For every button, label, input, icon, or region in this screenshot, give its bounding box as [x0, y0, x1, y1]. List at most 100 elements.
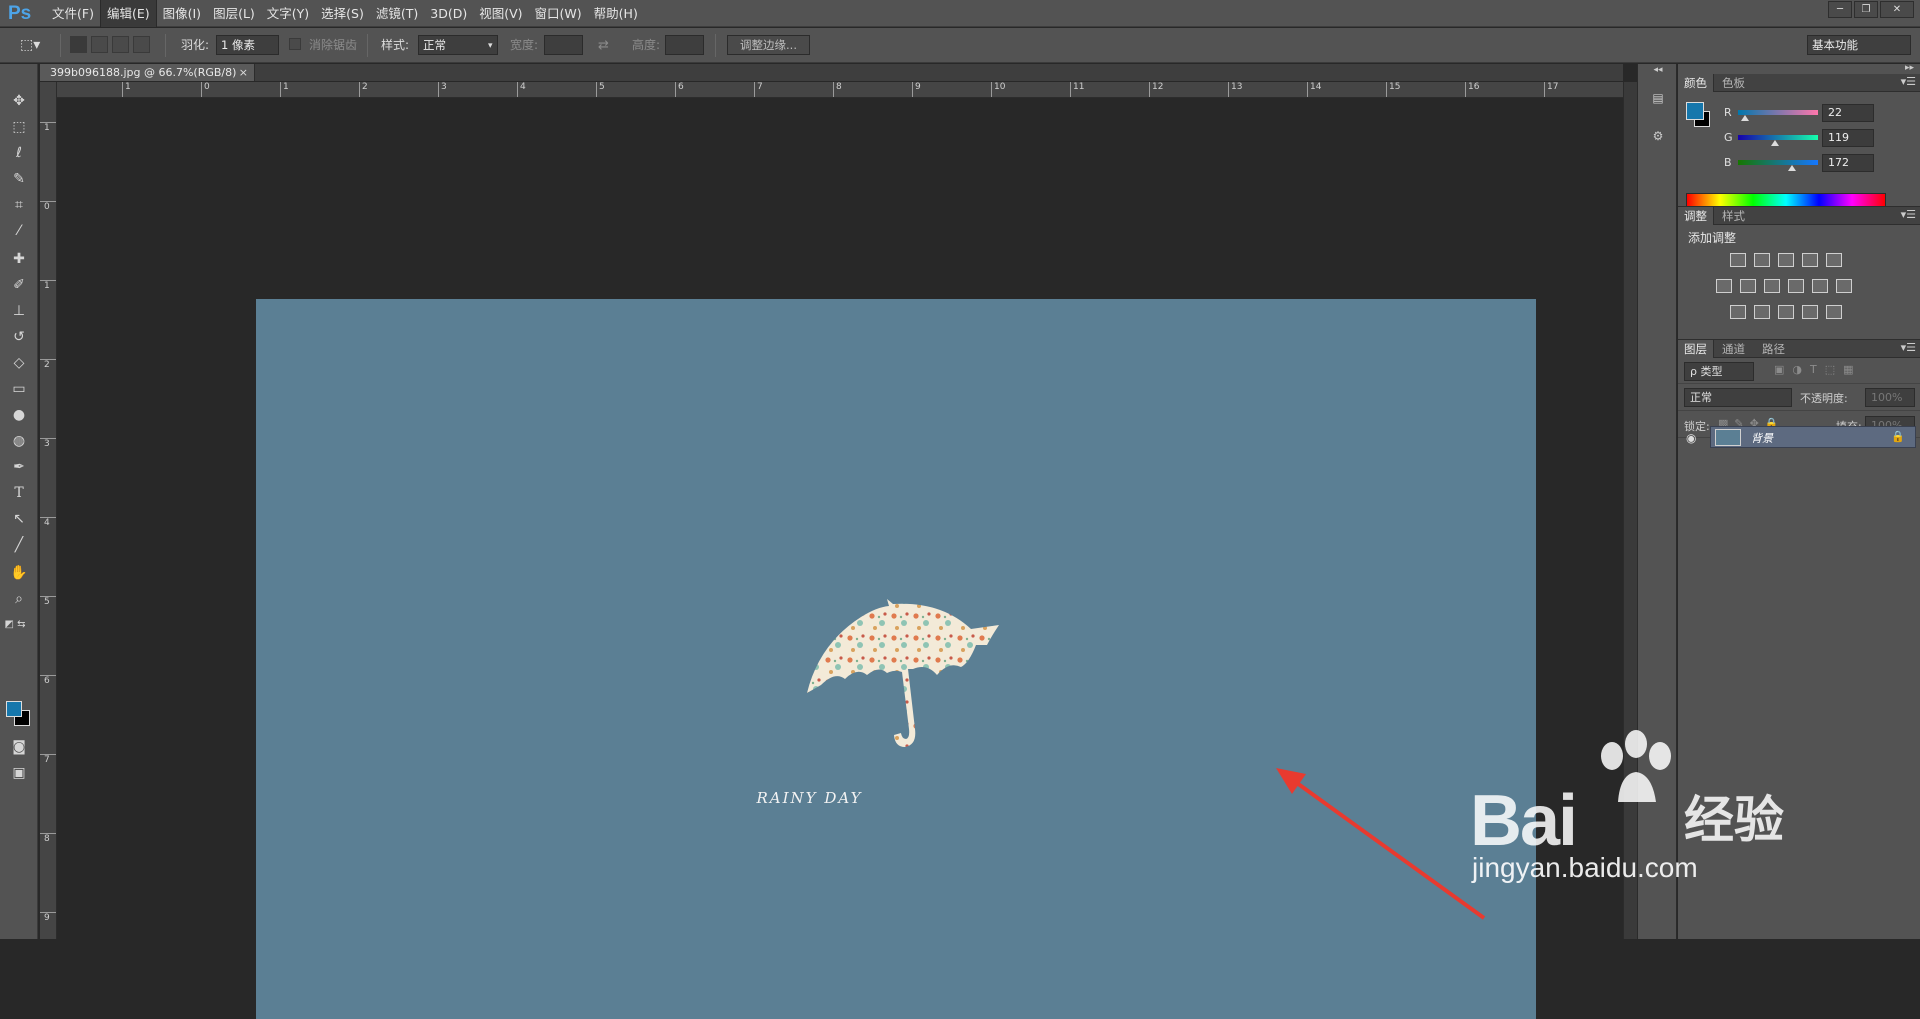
width-input[interactable] — [544, 35, 583, 55]
marquee-tool-icon[interactable]: ⬚ — [8, 116, 30, 138]
hue-saturation-icon[interactable] — [1716, 279, 1732, 293]
blue-track[interactable] — [1738, 160, 1818, 165]
tab-styles[interactable]: 样式 — [1716, 207, 1751, 225]
brightness-icon[interactable] — [1730, 253, 1746, 267]
history-brush-tool-icon[interactable]: ↺ — [8, 326, 30, 348]
move-tool-icon[interactable]: ✥ — [8, 90, 30, 112]
zoom-tool-icon[interactable]: ⌕ — [8, 588, 30, 610]
swap-dimensions-icon[interactable]: ⇄ — [598, 36, 609, 55]
menu-layer[interactable]: 图层(L) — [207, 0, 261, 27]
collapse-arrows-icon[interactable]: ◂◂ — [1647, 64, 1669, 76]
subtract-selection-icon[interactable] — [112, 36, 129, 53]
color-swatches[interactable] — [6, 701, 32, 729]
red-track[interactable] — [1738, 110, 1818, 115]
refine-edge-button[interactable]: 调整边缘... — [727, 35, 810, 55]
blue-channel-slider[interactable]: B 172 — [1678, 154, 1920, 174]
lasso-tool-icon[interactable]: ℓ — [8, 142, 30, 164]
menu-image[interactable]: 图像(I) — [157, 0, 207, 27]
intersect-selection-icon[interactable] — [133, 36, 150, 53]
blue-thumb[interactable] — [1788, 165, 1796, 171]
photo-filter-icon[interactable] — [1788, 279, 1804, 293]
eraser-tool-icon[interactable]: ◇ — [8, 352, 30, 374]
path-select-tool-icon[interactable]: ↖ — [8, 508, 30, 530]
brush-tool-icon[interactable]: ✐ — [8, 274, 30, 296]
history-panel-icon[interactable]: ▤ — [1647, 88, 1669, 108]
minimize-button[interactable]: ─ — [1828, 1, 1852, 18]
blue-value-input[interactable]: 172 — [1822, 154, 1874, 172]
restore-button[interactable]: ❐ — [1854, 1, 1878, 18]
screen-mode-icon[interactable]: ▣ — [8, 762, 30, 784]
red-channel-slider[interactable]: R 22 — [1678, 104, 1920, 124]
menu-edit[interactable]: 编辑(E) — [99, 0, 157, 27]
selective-color-icon[interactable] — [1802, 305, 1818, 319]
posterize-icon[interactable] — [1754, 305, 1770, 319]
healing-brush-tool-icon[interactable]: ✚ — [8, 248, 30, 270]
menu-view[interactable]: 视图(V) — [473, 0, 528, 27]
new-selection-icon[interactable] — [70, 36, 87, 53]
close-tab-icon[interactable]: × — [239, 64, 248, 81]
tab-layers[interactable]: 图层 — [1678, 340, 1714, 358]
menu-3d[interactable]: 3D(D) — [424, 0, 473, 27]
layer-filter-icons[interactable]: ▣◑T⬚▦ — [1774, 363, 1862, 376]
document-tab[interactable]: 399b096188.jpg @ 66.7%(RGB/8) × — [40, 64, 255, 81]
crop-tool-icon[interactable]: ⌗ — [8, 194, 30, 216]
visibility-eye-icon[interactable]: ◉ — [1686, 431, 1696, 445]
menu-file[interactable]: 文件(F) — [46, 0, 100, 27]
feather-input[interactable]: 1 像素 — [216, 35, 279, 55]
dodge-tool-icon[interactable]: ◍ — [8, 430, 30, 452]
line-tool-icon[interactable]: ╱ — [8, 534, 30, 556]
tab-color[interactable]: 颜色 — [1678, 74, 1714, 92]
green-thumb[interactable] — [1771, 140, 1780, 146]
document-workspace[interactable]: RAINY DAY — [57, 98, 1623, 1019]
gradient-tool-icon[interactable]: ▭ — [8, 378, 30, 400]
pen-tool-icon[interactable]: ✒ — [8, 456, 30, 478]
quick-select-tool-icon[interactable]: ✎ — [8, 168, 30, 190]
blur-tool-icon[interactable]: ● — [8, 404, 30, 426]
style-select[interactable]: 正常 — [418, 35, 498, 55]
curves-icon[interactable] — [1778, 253, 1794, 267]
menu-type[interactable]: 文字(Y) — [261, 0, 315, 27]
foreground-color-chip[interactable] — [1686, 102, 1704, 120]
green-value-input[interactable]: 119 — [1822, 129, 1874, 147]
vertical-ruler[interactable]: 1 0 1 2 3 4 5 6 7 8 9 — [40, 82, 57, 939]
clone-stamp-tool-icon[interactable]: ⊥ — [8, 300, 30, 322]
eyedropper-tool-icon[interactable]: ⁄ — [8, 220, 30, 242]
height-input[interactable] — [665, 35, 704, 55]
menu-select[interactable]: 选择(S) — [315, 0, 370, 27]
layer-row[interactable]: 背景 🔒 — [1710, 426, 1916, 448]
default-colors-icon[interactable]: ◩ ⇆ — [4, 614, 26, 636]
tab-swatches[interactable]: 色板 — [1716, 74, 1751, 92]
document-canvas[interactable]: RAINY DAY — [256, 299, 1536, 1019]
color-lookup-icon[interactable] — [1836, 279, 1852, 293]
tab-channels[interactable]: 通道 — [1716, 340, 1751, 358]
green-channel-slider[interactable]: G 119 — [1678, 129, 1920, 149]
menu-filter[interactable]: 滤镜(T) — [370, 0, 424, 27]
horizontal-ruler[interactable]: 1 0 1 2 3 4 5 6 7 8 9 10 11 12 13 14 15 … — [57, 82, 1623, 98]
channel-mixer-icon[interactable] — [1812, 279, 1828, 293]
add-selection-icon[interactable] — [91, 36, 108, 53]
type-tool-icon[interactable]: T — [8, 482, 30, 504]
exposure-icon[interactable] — [1802, 253, 1818, 267]
hand-tool-icon[interactable]: ✋ — [8, 562, 30, 584]
properties-panel-icon[interactable]: ⚙ — [1647, 126, 1669, 146]
workspace-select[interactable]: 基本功能 — [1807, 35, 1911, 55]
panel-menu-icon[interactable]: ▾☰ — [1901, 75, 1916, 88]
menu-window[interactable]: 窗口(W) — [529, 0, 588, 27]
vibrance-icon[interactable] — [1826, 253, 1842, 267]
tab-adjustments[interactable]: 调整 — [1678, 207, 1714, 225]
opacity-input[interactable]: 100% — [1865, 388, 1915, 407]
panel-menu-icon[interactable]: ▾☰ — [1901, 341, 1916, 354]
expand-arrows-icon[interactable]: ▸▸ — [1905, 63, 1914, 73]
tab-paths[interactable]: 路径 — [1756, 340, 1791, 358]
levels-icon[interactable] — [1754, 253, 1770, 267]
close-button[interactable]: ✕ — [1880, 1, 1914, 18]
color-balance-icon[interactable] — [1740, 279, 1756, 293]
black-white-icon[interactable] — [1764, 279, 1780, 293]
threshold-icon[interactable] — [1778, 305, 1794, 319]
invert-icon[interactable] — [1730, 305, 1746, 319]
panel-menu-icon[interactable]: ▾☰ — [1901, 208, 1916, 221]
blend-mode-select[interactable]: 正常 — [1684, 388, 1792, 407]
gradient-map-icon[interactable] — [1826, 305, 1842, 319]
red-value-input[interactable]: 22 — [1822, 104, 1874, 122]
marquee-tool-preset-icon[interactable]: ⬚▾ — [20, 36, 40, 55]
